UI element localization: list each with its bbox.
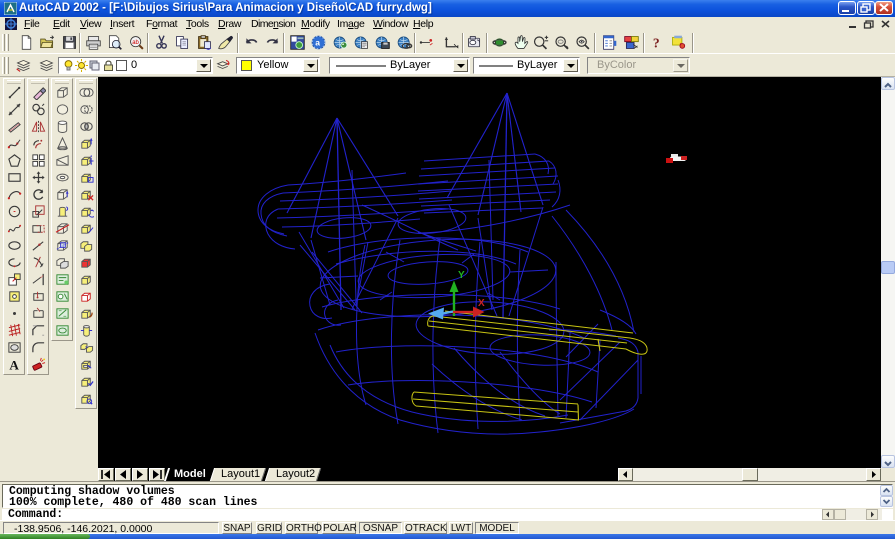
svg-text:ab: ab xyxy=(132,40,139,46)
svg-text:a: a xyxy=(315,37,320,47)
svg-text:A: A xyxy=(9,358,19,372)
svg-text:?: ? xyxy=(652,35,659,50)
svg-text:X: X xyxy=(478,298,485,309)
svg-text:Y: Y xyxy=(458,270,465,281)
